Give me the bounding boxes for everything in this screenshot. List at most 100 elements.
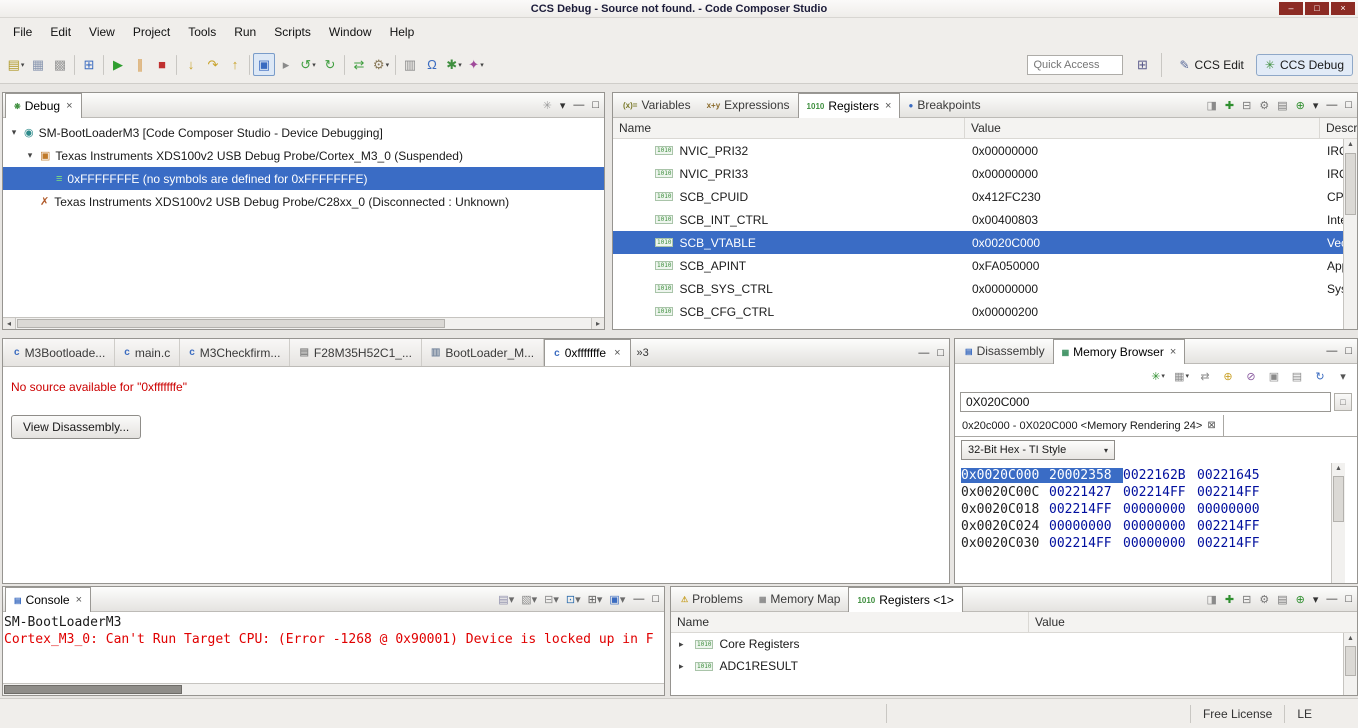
memory-value[interactable]: 00221645 [1197,468,1271,483]
register-row[interactable]: 1010 SCB_CPUID 0x412FC230 CPUI [613,185,1357,208]
tab-0xfffffffe[interactable]: c 0xfffffffe × [544,339,631,366]
scrollbar-thumb[interactable] [17,319,445,328]
rendering-tab-close-icon[interactable]: ⊠ [1207,420,1215,431]
tab-problems[interactable]: ⚠ Problems × [673,587,751,611]
settings-action[interactable]: ⚙ [1259,99,1269,112]
maximize-icon[interactable]: □ [1345,99,1352,111]
step-over-button[interactable]: ↷ ▾ [202,53,224,76]
minimize-icon[interactable]: — [1326,99,1337,111]
memory-address-input[interactable] [960,392,1331,412]
scroll-up-icon[interactable]: ▲ [1344,633,1357,645]
memory-value[interactable]: 002214FF [1197,485,1271,500]
tab-console[interactable]: ▤ Console × [5,587,92,612]
memory-row[interactable]: 0x0020C018 002214FF 00000000 00000000 [961,501,1357,518]
menu-view[interactable]: View [80,21,124,43]
name-console-action[interactable]: ▤ ▾ [498,593,514,606]
display-selected-console-action[interactable]: ⊞ ▾ [588,593,603,606]
scroll-right-icon[interactable]: ▸ [591,318,604,329]
tab-close-icon[interactable]: × [1170,346,1176,358]
debug-view-action[interactable]: ✳ [543,99,552,112]
column-header-value[interactable]: Value [965,118,1320,138]
console-horizontal-scrollbar[interactable] [3,683,664,695]
tab-memory-map[interactable]: ▦ Memory Map × [751,587,849,611]
maximize-icon[interactable]: □ [937,347,944,359]
close-button[interactable]: × [1331,2,1355,15]
tab-close-icon[interactable]: × [66,100,72,112]
collapse-all-action[interactable]: ⊟ [1242,593,1251,606]
register-row[interactable]: 1010 SCB_CFG_CTRL 0x00000200 [613,300,1357,323]
separator[interactable]: ▾ [103,54,104,75]
instruction-stepping-toggle[interactable]: ▣ ▾ [253,53,275,76]
settings-action[interactable]: ⚙ [1259,593,1269,606]
register-row[interactable]: 1010 SCB_SYS_CTRL 0x00000000 Syst [613,277,1357,300]
tab-variables[interactable]: (x)= Variables × [615,93,699,117]
tab-disassembly[interactable]: ▤ Disassembly × [957,339,1053,363]
terminate-button[interactable]: ■ ▾ [151,53,173,76]
quick-access-input[interactable] [1027,54,1124,75]
memory-value[interactable]: 002214FF [1197,519,1271,534]
memory-value[interactable]: 002214FF [1049,536,1123,551]
tab-m3checkfirm[interactable]: c M3Checkfirm... × [180,339,291,366]
maximize-icon[interactable]: □ [592,99,599,111]
menu-project[interactable]: Project [124,21,179,43]
flash-button[interactable]: ✱ ▾ [443,53,465,76]
scroll-lock-action[interactable]: ⊟ ▾ [544,593,559,606]
row-core-registers[interactable]: ▸ 1010 Core Registers [671,633,1357,655]
register-row[interactable]: 1010 NVIC_PRI33 0x00000000 IRQ [613,162,1357,185]
view-disassembly-button[interactable]: View Disassembly... [11,415,142,439]
clear-console-action[interactable]: ▧ ▾ [521,593,537,606]
free-run-button[interactable]: Ω ▾ [421,53,443,76]
separator[interactable]: ▾ [249,54,250,75]
column-header-name[interactable]: Name [671,612,1029,632]
register-row[interactable]: 1010 SCB_INT_CTRL 0x00400803 Inter [613,208,1357,231]
minimize-icon[interactable]: — [1326,593,1337,605]
memory-value[interactable]: 002214FF [1197,536,1271,551]
show-registers-action[interactable]: ◨ [1206,593,1216,606]
new-target-configuration-button[interactable]: ▥ ▾ [399,53,421,76]
tab-f28m35h52c1[interactable]: ▤ F28M35H52C1_... × [290,339,422,366]
memory-value[interactable]: 002214FF [1049,502,1123,517]
expand-icon[interactable]: ▸ [679,661,689,672]
scrollbar-thumb[interactable] [1345,153,1356,215]
tab-expressions[interactable]: x+y Expressions × [699,93,798,117]
minimize-button[interactable]: – [1279,2,1303,15]
separator[interactable]: ▾ [176,54,177,75]
menu-run[interactable]: Run [225,21,265,43]
scrollbar-thumb[interactable] [1333,476,1344,522]
new-group-action[interactable]: ▤ [1277,99,1287,112]
navigate-action[interactable]: ⇄ ▾ [1197,367,1213,385]
refresh-button[interactable]: ⇄ ▾ [348,53,370,76]
collapse-all-action[interactable]: ⊟ [1242,99,1251,112]
target-console-button[interactable]: ⊞ ▾ [78,53,100,76]
scrollbar-thumb[interactable] [4,685,182,694]
scrollbar-thumb[interactable] [1345,646,1356,676]
reset-button[interactable]: ↺ ▾ [297,53,319,76]
tab-overflow-chevron[interactable]: »3 [637,347,649,359]
menu-scripts[interactable]: Scripts [265,21,320,43]
step-return-button[interactable]: ↑ ▾ [224,53,246,76]
tab-close-icon[interactable]: × [614,347,620,359]
maximize-icon[interactable]: □ [1345,345,1352,357]
memory-row[interactable]: 0x0020C00C 00221427 002214FF 002214FF [961,484,1357,501]
scroll-up-icon[interactable]: ▲ [1344,139,1357,151]
memory-value[interactable]: 00000000 [1123,519,1197,534]
menu-tools[interactable]: Tools [179,21,225,43]
register-row[interactable]: 1010 SCB_VTABLE 0x0020C000 Vect [613,231,1357,254]
scroll-left-icon[interactable]: ◂ [3,318,16,329]
build-button[interactable]: ⚙ ▾ [370,53,392,76]
link-action[interactable]: ⊕ [1296,593,1305,606]
problems-vertical-scrollbar[interactable]: ▲ [1343,633,1357,695]
memory-rendering-tab[interactable]: 0x20c000 - 0X020C000 <Memory Rendering 2… [955,415,1224,436]
memory-value[interactable]: 00000000 [1049,519,1123,534]
memory-value[interactable]: 0022162B [1123,468,1197,483]
scroll-up-icon[interactable]: ▲ [1332,463,1345,475]
add-register-group-action[interactable]: ✚ [1225,593,1234,606]
view-menu-icon[interactable]: ▾ [560,99,566,112]
step-into-button[interactable]: ↓ ▾ [180,53,202,76]
memory-value[interactable]: 00000000 [1123,502,1197,517]
menu-edit[interactable]: Edit [41,21,80,43]
expand-icon[interactable]: ▸ [679,639,689,650]
memory-value[interactable]: 00221427 [1049,485,1123,500]
memory-row[interactable]: 0x0020C030 002214FF 00000000 002214FF [961,535,1357,552]
view-menu-icon[interactable]: ▾ [1313,593,1319,606]
